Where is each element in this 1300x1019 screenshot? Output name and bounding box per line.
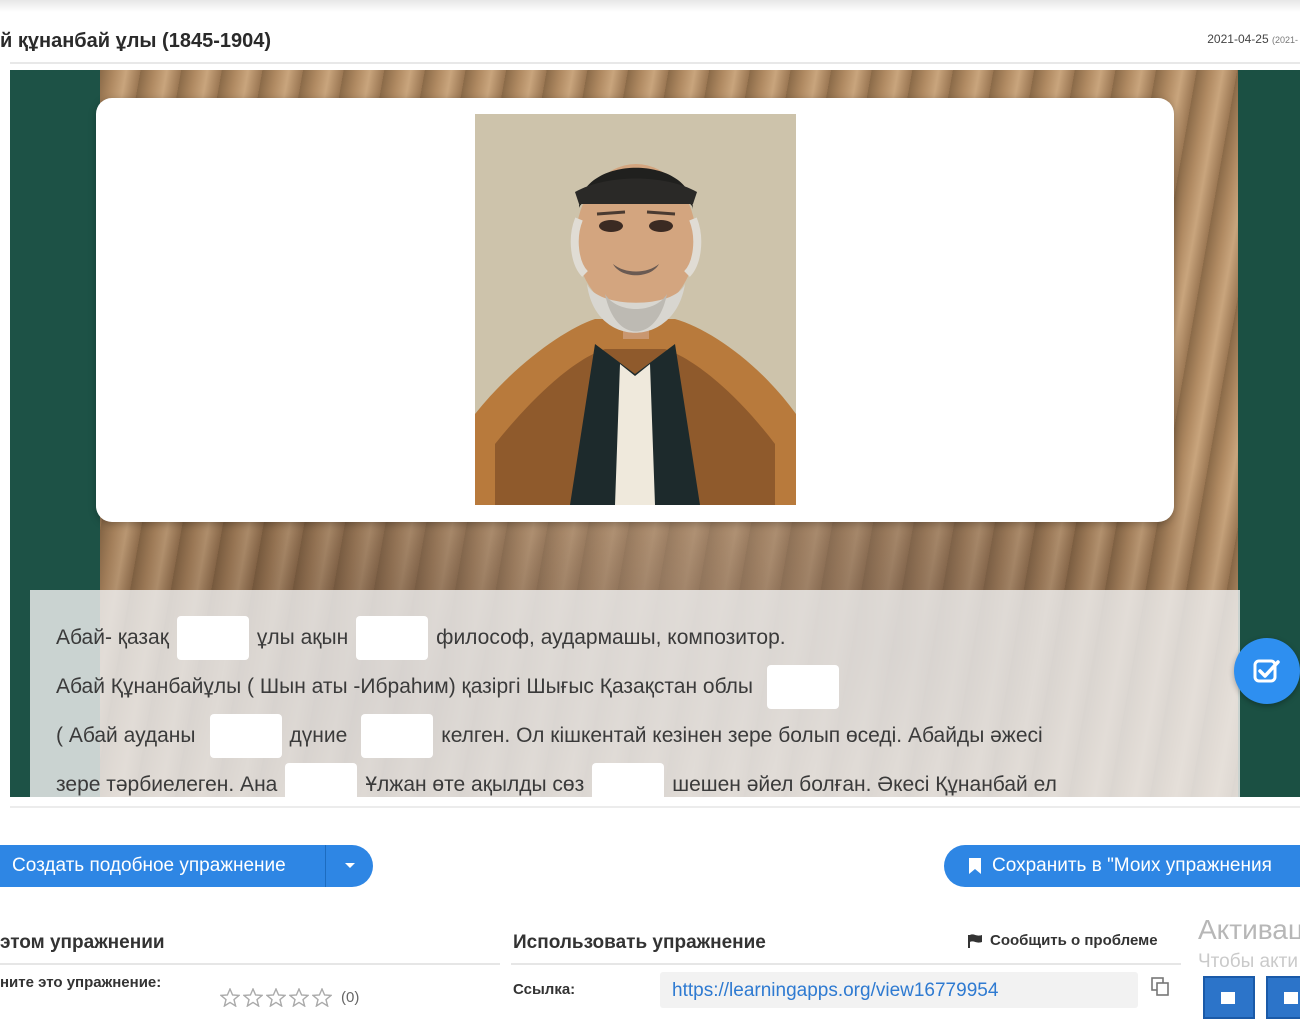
copy-icon — [1151, 977, 1169, 996]
cloze-text: дүние — [289, 724, 348, 747]
frame-divider — [10, 806, 1300, 808]
cloze-text: шешен әйел болған. Әкесі Құнанбай ел — [672, 773, 1057, 796]
copy-link-button[interactable] — [1150, 976, 1170, 1001]
rating-count: (0) — [341, 989, 360, 1006]
star-icon[interactable] — [243, 988, 263, 1007]
caret-down-icon — [344, 863, 355, 868]
flag-icon — [968, 933, 982, 948]
cloze-text: ( Абай ауданы — [56, 724, 196, 747]
answer-blank[interactable] — [361, 714, 434, 758]
report-problem-link[interactable]: Сообщить о проблеме — [967, 932, 1158, 949]
star-icon[interactable] — [220, 988, 240, 1007]
activation-watermark-title: Активац — [1198, 914, 1300, 945]
exercise-link[interactable]: https://learningapps.org/view16779954 — [672, 980, 998, 1002]
cloze-text: Ұлжан өте ақылды сөз — [365, 773, 585, 796]
link-label: Ссылка: — [513, 981, 576, 998]
cloze-text: ұлы ақын — [256, 626, 349, 649]
cloze-text: Абай- қазақ — [56, 626, 169, 649]
title-divider — [10, 62, 1300, 64]
cloze-text-panel: Абай- қазақ ұлы ақын философ, аудармашы,… — [30, 590, 1240, 797]
use-section-title: Использовать упражнение — [513, 932, 766, 953]
tile-icon — [1284, 992, 1298, 1004]
answer-blank[interactable] — [356, 616, 429, 660]
use-section-divider — [511, 963, 1181, 965]
image-card — [96, 98, 1174, 522]
share-tile-button[interactable] — [1266, 976, 1300, 1019]
star-icon[interactable] — [289, 988, 309, 1007]
report-problem-label: Сообщить о проблеме — [990, 932, 1158, 949]
exercise-frame: Абай- қазақ ұлы ақын философ, аудармашы,… — [10, 70, 1300, 797]
create-options-dropdown[interactable] — [326, 862, 373, 870]
portrait-image — [475, 114, 796, 505]
about-section-divider — [0, 963, 500, 965]
cloze-text: философ, аудармашы, композитор. — [436, 626, 786, 649]
star-icon[interactable] — [266, 988, 286, 1007]
answer-blank[interactable] — [176, 616, 249, 660]
cloze-text: зере тәрбиелеген. Ана — [56, 773, 278, 796]
cloze-text: келген. Ол кішкентай кезінен зере болып … — [441, 724, 1043, 747]
activation-watermark-subtitle: Чтобы акти — [1198, 951, 1298, 972]
cloze-line-4: зере тәрбиелеген. Ана Ұлжан өте ақылды с… — [56, 763, 1057, 797]
answer-blank[interactable] — [767, 665, 840, 709]
top-shadow — [0, 0, 1300, 12]
cloze-line-3: ( Абай ауданы дүние келген. Ол кішкентай… — [56, 714, 1043, 758]
title-bar: й құнанбай ұлы (1845-1904) 2021-04-25 (2… — [0, 22, 1300, 62]
bookmark-icon — [969, 858, 981, 874]
about-section-title: этом упражнении — [0, 932, 165, 953]
portrait-drawing — [475, 114, 796, 505]
star-rating: (0) — [220, 988, 359, 1007]
answer-blank[interactable] — [209, 714, 282, 758]
rate-label: ните это упражнение: — [0, 974, 162, 991]
check-icon — [1253, 659, 1280, 683]
star-icon[interactable] — [312, 988, 332, 1007]
share-tile-button[interactable] — [1203, 976, 1255, 1019]
date-value: 2021-04-25 — [1207, 32, 1269, 46]
cloze-line-2: Абай Құнанбайұлы ( Шын аты -Ибраһим) қаз… — [56, 665, 847, 709]
check-answers-button[interactable] — [1234, 638, 1300, 704]
cloze-text: Абай Құнанбайұлы ( Шын аты -Ибраһим) қаз… — [56, 675, 754, 698]
create-similar-button[interactable]: Создать подобное упражнение — [0, 845, 373, 887]
save-to-my-exercises-button[interactable]: Сохранить в "Моих упражнения — [944, 845, 1300, 887]
date-value-secondary: (2021- — [1271, 35, 1298, 45]
save-label: Сохранить в "Моих упражнения — [992, 855, 1272, 876]
page-title: й құнанбай ұлы (1845-1904) — [0, 30, 272, 52]
tile-icon — [1221, 992, 1235, 1004]
answer-blank[interactable] — [285, 763, 358, 797]
cloze-line-1: Абай- қазақ ұлы ақын философ, аудармашы,… — [56, 616, 786, 660]
create-similar-label: Создать подобное упражнение — [12, 855, 286, 876]
answer-blank[interactable] — [592, 763, 665, 797]
link-field[interactable]: https://learningapps.org/view16779954 — [660, 972, 1138, 1008]
date-stamp: 2021-04-25 (2021- — [1207, 32, 1298, 46]
